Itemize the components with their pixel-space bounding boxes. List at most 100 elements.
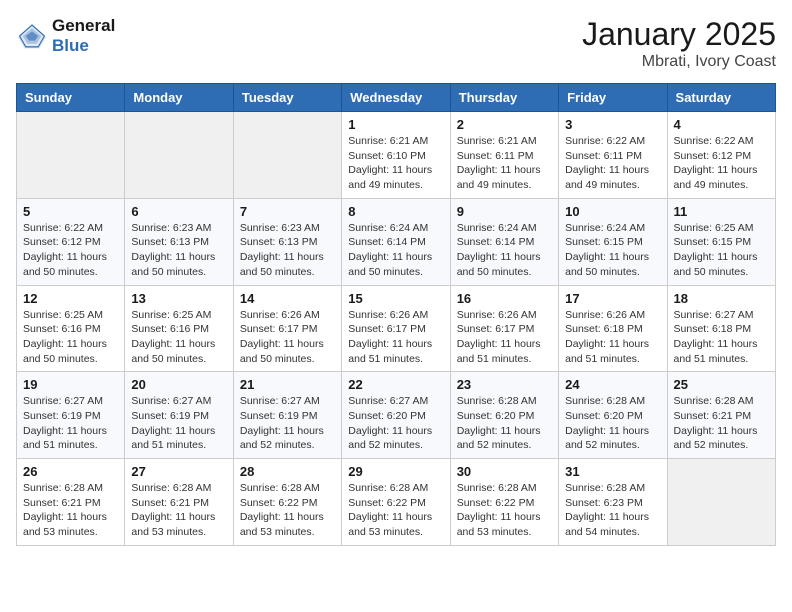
day-info: Sunrise: 6:27 AM Sunset: 6:19 PM Dayligh… bbox=[23, 394, 118, 453]
day-number: 1 bbox=[348, 117, 443, 132]
day-number: 24 bbox=[565, 377, 660, 392]
calendar-cell bbox=[17, 112, 125, 199]
day-info: Sunrise: 6:21 AM Sunset: 6:10 PM Dayligh… bbox=[348, 134, 443, 193]
calendar-cell: 4 Sunrise: 6:22 AM Sunset: 6:12 PM Daylig… bbox=[667, 112, 775, 199]
day-number: 3 bbox=[565, 117, 660, 132]
day-info: Sunrise: 6:22 AM Sunset: 6:11 PM Dayligh… bbox=[565, 134, 660, 193]
weekday-header-tuesday: Tuesday bbox=[233, 84, 341, 112]
calendar-cell bbox=[125, 112, 233, 199]
calendar-cell: 31Sunrise: 6:28 AM Sunset: 6:23 PM Dayli… bbox=[559, 459, 667, 546]
day-number: 29 bbox=[348, 464, 443, 479]
day-info: Sunrise: 6:22 AM Sunset: 6:12 PM Dayligh… bbox=[674, 134, 769, 193]
day-info: Sunrise: 6:28 AM Sunset: 6:20 PM Dayligh… bbox=[565, 394, 660, 453]
calendar-cell: 19 Sunrise: 6:27 AM Sunset: 6:19 PM Dayli… bbox=[17, 372, 125, 459]
day-info: Sunrise: 6:28 AM Sunset: 6:21 PM Dayligh… bbox=[131, 481, 226, 540]
calendar-cell: 10 Sunrise: 6:24 AM Sunset: 6:15 PM Dayli… bbox=[559, 198, 667, 285]
page-header: General Blue January 2025 Mbrati, Ivory … bbox=[16, 16, 776, 71]
day-info: Sunrise: 6:23 AM Sunset: 6:13 PM Dayligh… bbox=[131, 221, 226, 280]
day-info: Sunrise: 6:26 AM Sunset: 6:17 PM Dayligh… bbox=[240, 308, 335, 367]
day-number: 18 bbox=[674, 291, 769, 306]
logo-icon bbox=[16, 22, 48, 50]
calendar-cell: 12 Sunrise: 6:25 AM Sunset: 6:16 PM Dayli… bbox=[17, 285, 125, 372]
day-number: 13 bbox=[131, 291, 226, 306]
calendar-week-2: 5 Sunrise: 6:22 AM Sunset: 6:12 PM Daylig… bbox=[17, 198, 776, 285]
calendar-cell: 25 Sunrise: 6:28 AM Sunset: 6:21 PM Dayli… bbox=[667, 372, 775, 459]
logo: General Blue bbox=[16, 16, 115, 57]
day-info: Sunrise: 6:25 AM Sunset: 6:16 PM Dayligh… bbox=[23, 308, 118, 367]
day-number: 7 bbox=[240, 204, 335, 219]
day-info: Sunrise: 6:28 AM Sunset: 6:22 PM Dayligh… bbox=[348, 481, 443, 540]
calendar-week-1: 1 Sunrise: 6:21 AM Sunset: 6:10 PM Daylig… bbox=[17, 112, 776, 199]
day-number: 19 bbox=[23, 377, 118, 392]
calendar-cell: 9Sunrise: 6:24 AM Sunset: 6:14 PM Daylig… bbox=[450, 198, 558, 285]
calendar-cell: 15Sunrise: 6:26 AM Sunset: 6:17 PM Dayli… bbox=[342, 285, 450, 372]
day-number: 14 bbox=[240, 291, 335, 306]
day-number: 12 bbox=[23, 291, 118, 306]
day-info: Sunrise: 6:28 AM Sunset: 6:22 PM Dayligh… bbox=[240, 481, 335, 540]
weekday-header-thursday: Thursday bbox=[450, 84, 558, 112]
day-number: 25 bbox=[674, 377, 769, 392]
calendar-week-4: 19 Sunrise: 6:27 AM Sunset: 6:19 PM Dayli… bbox=[17, 372, 776, 459]
day-number: 4 bbox=[674, 117, 769, 132]
weekday-header-wednesday: Wednesday bbox=[342, 84, 450, 112]
day-info: Sunrise: 6:28 AM Sunset: 6:22 PM Dayligh… bbox=[457, 481, 552, 540]
day-info: Sunrise: 6:21 AM Sunset: 6:11 PM Dayligh… bbox=[457, 134, 552, 193]
calendar-week-3: 12 Sunrise: 6:25 AM Sunset: 6:16 PM Dayli… bbox=[17, 285, 776, 372]
day-info: Sunrise: 6:27 AM Sunset: 6:19 PM Dayligh… bbox=[131, 394, 226, 453]
calendar-cell: 24 Sunrise: 6:28 AM Sunset: 6:20 PM Dayli… bbox=[559, 372, 667, 459]
day-number: 27 bbox=[131, 464, 226, 479]
day-number: 22 bbox=[348, 377, 443, 392]
calendar-cell: 27 Sunrise: 6:28 AM Sunset: 6:21 PM Dayli… bbox=[125, 459, 233, 546]
day-info: Sunrise: 6:24 AM Sunset: 6:15 PM Dayligh… bbox=[565, 221, 660, 280]
weekday-header-monday: Monday bbox=[125, 84, 233, 112]
day-number: 6 bbox=[131, 204, 226, 219]
calendar-cell: 17 Sunrise: 6:26 AM Sunset: 6:18 PM Dayli… bbox=[559, 285, 667, 372]
calendar-week-5: 26 Sunrise: 6:28 AM Sunset: 6:21 PM Dayli… bbox=[17, 459, 776, 546]
day-info: Sunrise: 6:26 AM Sunset: 6:18 PM Dayligh… bbox=[565, 308, 660, 367]
day-info: Sunrise: 6:27 AM Sunset: 6:20 PM Dayligh… bbox=[348, 394, 443, 453]
calendar-cell: 28Sunrise: 6:28 AM Sunset: 6:22 PM Dayli… bbox=[233, 459, 341, 546]
day-number: 11 bbox=[674, 204, 769, 219]
day-number: 21 bbox=[240, 377, 335, 392]
day-number: 23 bbox=[457, 377, 552, 392]
calendar-cell: 29 Sunrise: 6:28 AM Sunset: 6:22 PM Dayli… bbox=[342, 459, 450, 546]
day-number: 20 bbox=[131, 377, 226, 392]
title-block: January 2025 Mbrati, Ivory Coast bbox=[582, 16, 776, 71]
day-info: Sunrise: 6:26 AM Sunset: 6:17 PM Dayligh… bbox=[348, 308, 443, 367]
calendar-cell: 2 Sunrise: 6:21 AM Sunset: 6:11 PM Daylig… bbox=[450, 112, 558, 199]
day-info: Sunrise: 6:23 AM Sunset: 6:13 PM Dayligh… bbox=[240, 221, 335, 280]
calendar-cell: 1 Sunrise: 6:21 AM Sunset: 6:10 PM Daylig… bbox=[342, 112, 450, 199]
calendar-cell: 5 Sunrise: 6:22 AM Sunset: 6:12 PM Daylig… bbox=[17, 198, 125, 285]
calendar-cell: 30Sunrise: 6:28 AM Sunset: 6:22 PM Dayli… bbox=[450, 459, 558, 546]
day-info: Sunrise: 6:28 AM Sunset: 6:21 PM Dayligh… bbox=[674, 394, 769, 453]
day-number: 2 bbox=[457, 117, 552, 132]
day-number: 9 bbox=[457, 204, 552, 219]
day-number: 8 bbox=[348, 204, 443, 219]
day-info: Sunrise: 6:24 AM Sunset: 6:14 PM Dayligh… bbox=[348, 221, 443, 280]
location-title: Mbrati, Ivory Coast bbox=[582, 53, 776, 71]
calendar-cell: 13Sunrise: 6:25 AM Sunset: 6:16 PM Dayli… bbox=[125, 285, 233, 372]
day-info: Sunrise: 6:25 AM Sunset: 6:15 PM Dayligh… bbox=[674, 221, 769, 280]
calendar-cell: 3 Sunrise: 6:22 AM Sunset: 6:11 PM Daylig… bbox=[559, 112, 667, 199]
calendar-cell: 20 Sunrise: 6:27 AM Sunset: 6:19 PM Dayli… bbox=[125, 372, 233, 459]
calendar-header-row: SundayMondayTuesdayWednesdayThursdayFrid… bbox=[17, 84, 776, 112]
calendar-cell: 26Sunrise: 6:28 AM Sunset: 6:21 PM Dayli… bbox=[17, 459, 125, 546]
day-number: 16 bbox=[457, 291, 552, 306]
calendar-cell: 7 Sunrise: 6:23 AM Sunset: 6:13 PM Daylig… bbox=[233, 198, 341, 285]
day-number: 10 bbox=[565, 204, 660, 219]
logo-text: General Blue bbox=[52, 16, 115, 57]
day-number: 5 bbox=[23, 204, 118, 219]
calendar-cell: 16Sunrise: 6:26 AM Sunset: 6:17 PM Dayli… bbox=[450, 285, 558, 372]
day-info: Sunrise: 6:27 AM Sunset: 6:18 PM Dayligh… bbox=[674, 308, 769, 367]
calendar-cell bbox=[667, 459, 775, 546]
calendar-table: SundayMondayTuesdayWednesdayThursdayFrid… bbox=[16, 83, 776, 546]
day-info: Sunrise: 6:28 AM Sunset: 6:20 PM Dayligh… bbox=[457, 394, 552, 453]
calendar-cell bbox=[233, 112, 341, 199]
calendar-cell: 22 Sunrise: 6:27 AM Sunset: 6:20 PM Dayli… bbox=[342, 372, 450, 459]
month-title: January 2025 bbox=[582, 16, 776, 53]
calendar-cell: 18 Sunrise: 6:27 AM Sunset: 6:18 PM Dayli… bbox=[667, 285, 775, 372]
day-number: 17 bbox=[565, 291, 660, 306]
day-info: Sunrise: 6:22 AM Sunset: 6:12 PM Dayligh… bbox=[23, 221, 118, 280]
day-number: 26 bbox=[23, 464, 118, 479]
day-info: Sunrise: 6:28 AM Sunset: 6:23 PM Dayligh… bbox=[565, 481, 660, 540]
